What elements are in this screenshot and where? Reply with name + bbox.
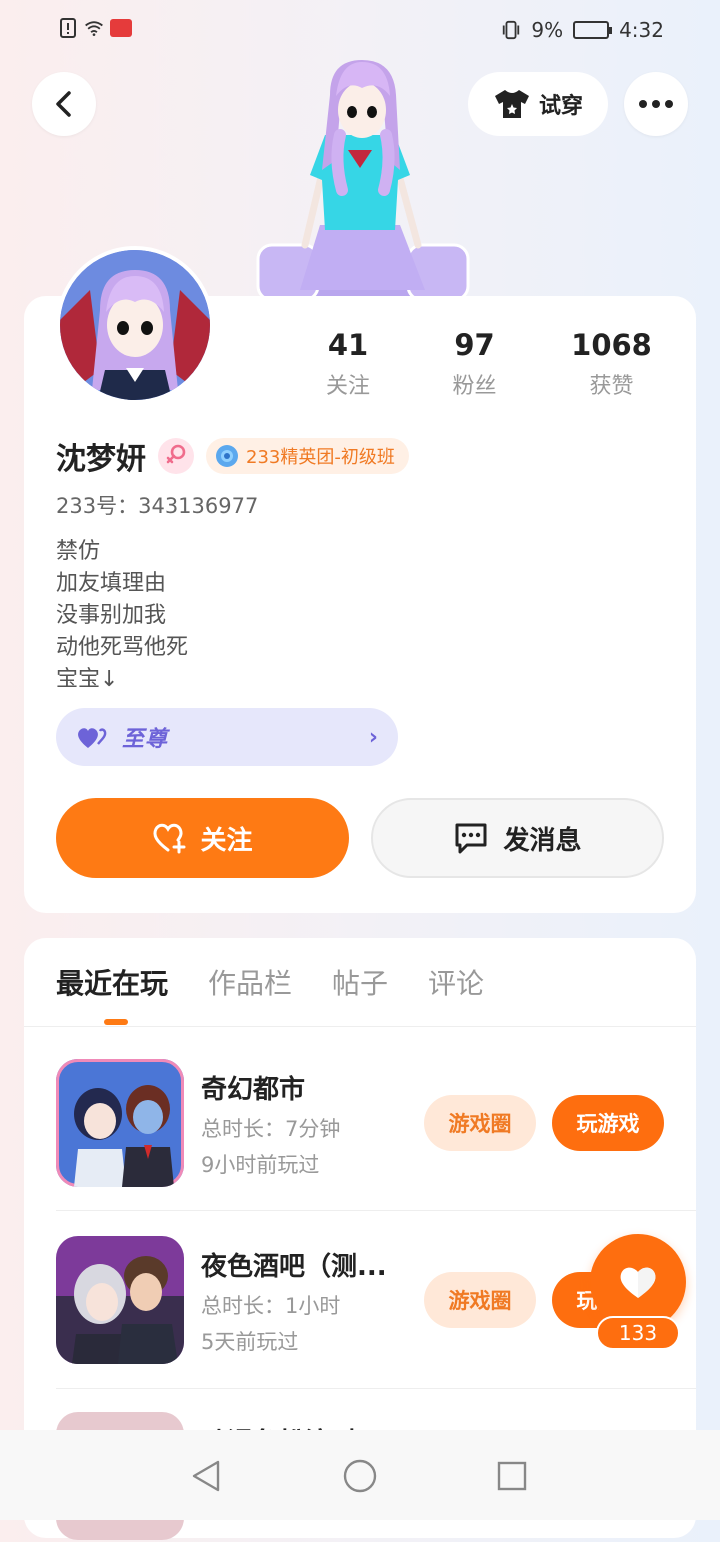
more-button[interactable] <box>624 72 688 136</box>
bio-line: 动他死骂他死 <box>56 635 189 660</box>
heart-plus-icon <box>153 823 186 854</box>
avatar[interactable] <box>56 246 214 404</box>
profile-tabs: 最近在玩 作品栏 帖子 评论 <box>56 962 484 1002</box>
play-game-button[interactable]: 玩游戏 <box>552 1095 664 1151</box>
user-name: 沈梦妍 <box>56 442 146 477</box>
stat-following[interactable]: 41 关注 <box>290 328 406 400</box>
vip-title: 至尊 <box>122 727 169 752</box>
nav-home-icon[interactable] <box>342 1458 378 1494</box>
like-count: 133 <box>596 1316 680 1350</box>
list-item[interactable]: 奇幻都市 总时长：7分钟 9小时前玩过 游戏圈 玩游戏 <box>56 1059 696 1189</box>
stat-likes[interactable]: 1068 获赞 <box>543 328 680 400</box>
fans-label: 粉丝 <box>452 374 497 399</box>
following-count: 41 <box>327 328 369 362</box>
name-row: 沈梦妍 233精英团-初级班 <box>56 434 409 478</box>
game-duration: 总时长：7分钟 <box>201 1117 341 1141</box>
game-last-played: 9小时前玩过 <box>201 1153 320 1177</box>
send-message-label: 发消息 <box>503 825 582 856</box>
profile-stats: 41 关注 97 粉丝 1068 获赞 <box>290 328 680 400</box>
divider <box>24 1026 696 1027</box>
send-message-button[interactable]: 发消息 <box>371 798 664 878</box>
badge-gem-icon <box>216 445 238 467</box>
nav-back-icon[interactable] <box>188 1458 224 1494</box>
likes-label: 获赞 <box>589 374 634 399</box>
back-button[interactable] <box>32 72 96 136</box>
female-icon <box>158 438 194 474</box>
nav-recents-icon[interactable] <box>494 1458 530 1494</box>
back-arrow-icon <box>56 91 71 117</box>
divider <box>56 1210 696 1211</box>
vip-banner[interactable]: 至尊 › <box>56 708 398 766</box>
follow-button[interactable]: 关注 <box>56 798 349 878</box>
bio-line: 加友填理由 <box>56 571 167 596</box>
try-on-label: 试穿 <box>538 94 583 119</box>
game-title: 夜色酒吧（测... <box>201 1252 387 1282</box>
game-last-played: 5天前玩过 <box>201 1330 299 1354</box>
bio-line: 宝宝↓ <box>56 667 119 692</box>
user-id-label: 233号： <box>56 494 139 518</box>
membership-badge-text: 233精英团-初级班 <box>246 447 395 468</box>
tab-recently-played[interactable]: 最近在玩 <box>56 962 168 1002</box>
double-heart-icon <box>78 728 107 748</box>
divider <box>56 1388 696 1389</box>
bio: 禁仿 加友填理由 没事别加我 动他死骂他死 宝宝↓ <box>56 536 188 696</box>
system-nav-bar <box>0 1430 720 1520</box>
game-icon[interactable] <box>56 1059 184 1187</box>
likes-count: 1068 <box>571 328 652 362</box>
tab-comments[interactable]: 评论 <box>428 962 484 1002</box>
bio-line: 禁仿 <box>56 539 101 564</box>
game-icon[interactable] <box>56 1236 184 1364</box>
active-tab-indicator <box>104 1019 128 1025</box>
user-id-value: 343136977 <box>138 494 259 518</box>
bio-line: 没事别加我 <box>56 603 167 628</box>
game-circle-button[interactable]: 游戏圈 <box>424 1272 536 1328</box>
chat-bubble-icon <box>455 823 487 854</box>
try-on-button[interactable]: 试穿 <box>468 72 608 136</box>
game-duration: 总时长：1小时 <box>201 1294 341 1318</box>
fans-count: 97 <box>454 328 495 362</box>
more-dots-icon <box>639 100 673 108</box>
tshirt-icon <box>494 90 529 118</box>
tab-posts[interactable]: 帖子 <box>332 962 388 1002</box>
user-id[interactable]: 233号：343136977 <box>56 490 258 520</box>
heart-icon <box>620 1267 656 1298</box>
game-circle-button[interactable]: 游戏圈 <box>424 1095 536 1151</box>
avatar-illustration <box>60 250 210 400</box>
membership-badge[interactable]: 233精英团-初级班 <box>206 438 409 474</box>
chevron-right-icon: › <box>368 724 378 750</box>
following-label: 关注 <box>325 374 370 399</box>
game-title: 奇幻都市 <box>201 1075 306 1105</box>
tab-works[interactable]: 作品栏 <box>208 962 292 1002</box>
follow-label: 关注 <box>200 825 253 856</box>
stat-fans[interactable]: 97 粉丝 <box>406 328 543 400</box>
